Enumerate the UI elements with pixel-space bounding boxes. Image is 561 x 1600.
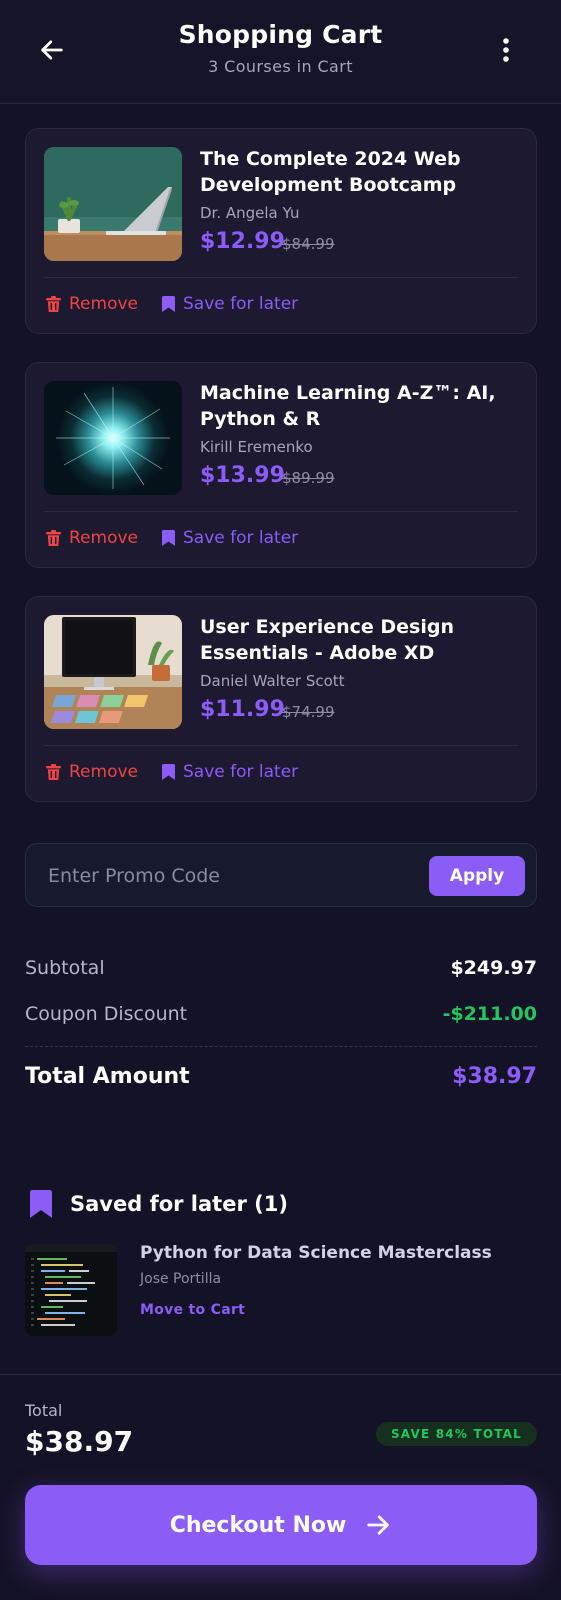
bookmark-icon	[30, 1190, 52, 1218]
course-author: Daniel Walter Scott	[200, 672, 345, 690]
saved-for-later-title: Saved for later (1)	[70, 1192, 288, 1216]
trash-icon	[46, 296, 61, 312]
more-vertical-icon	[503, 38, 509, 62]
promo-code-box: Apply	[25, 843, 537, 907]
footer-total-value: $38.97	[25, 1425, 134, 1458]
cart-item: The Complete 2024 Web Development Bootca…	[25, 128, 537, 334]
discount-row: Coupon Discount -$211.00	[25, 1003, 537, 1033]
remove-button[interactable]: Remove	[46, 526, 138, 550]
remove-label: Remove	[69, 294, 138, 314]
course-original-price: $89.99	[282, 469, 335, 487]
course-thumbnail-machine-learning	[44, 381, 182, 495]
trash-icon	[46, 530, 61, 546]
course-price: $13.99	[200, 463, 285, 488]
save-for-later-button[interactable]: Save for later	[162, 292, 298, 316]
subtotal-value: $249.97	[450, 957, 537, 979]
save-for-later-label: Save for later	[183, 762, 299, 782]
summary-divider	[25, 1046, 537, 1047]
promo-code-input[interactable]	[48, 858, 408, 894]
save-for-later-button[interactable]: Save for later	[162, 760, 298, 784]
subtotal-row: Subtotal $249.97	[25, 957, 537, 987]
card-divider	[44, 745, 518, 746]
bookmark-icon	[162, 530, 175, 546]
saved-course-title[interactable]: Python for Data Science Masterclass	[140, 1243, 492, 1263]
course-price: $12.99	[200, 229, 285, 254]
save-for-later-button[interactable]: Save for later	[162, 526, 298, 550]
remove-label: Remove	[69, 528, 138, 548]
total-row: Total Amount $38.97	[25, 1064, 537, 1094]
save-for-later-label: Save for later	[183, 294, 299, 314]
apply-promo-button[interactable]: Apply	[429, 856, 525, 896]
more-options-button[interactable]	[494, 34, 518, 66]
save-for-later-label: Save for later	[183, 528, 299, 548]
bookmark-icon	[162, 764, 175, 780]
course-thumbnail-python	[25, 1244, 117, 1336]
cart-count-subtitle: 3 Courses in Cart	[208, 57, 353, 76]
remove-label: Remove	[69, 762, 138, 782]
course-original-price: $74.99	[282, 703, 335, 721]
move-to-cart-button[interactable]: Move to Cart	[140, 1302, 245, 1318]
checkout-button[interactable]: Checkout Now	[25, 1485, 537, 1565]
saved-course-author: Jose Portilla	[140, 1271, 222, 1287]
card-divider	[44, 277, 518, 278]
course-author: Kirill Eremenko	[200, 438, 313, 456]
footer-total-label: Total	[25, 1401, 63, 1420]
bookmark-icon	[162, 296, 175, 312]
course-title[interactable]: User Experience Design Essentials - Adob…	[200, 614, 520, 666]
cart-item: Machine Learning A-Z™: AI, Python & R Ki…	[25, 362, 537, 568]
arrow-right-icon	[367, 1515, 390, 1535]
page-title: Shopping Cart	[178, 20, 383, 49]
discount-value: -$211.00	[442, 1003, 537, 1025]
card-divider	[44, 511, 518, 512]
subtotal-label: Subtotal	[25, 957, 105, 979]
course-author: Dr. Angela Yu	[200, 204, 300, 222]
remove-button[interactable]: Remove	[46, 760, 138, 784]
total-value: $38.97	[452, 1064, 537, 1089]
course-title[interactable]: Machine Learning A-Z™: AI, Python & R	[200, 380, 520, 432]
checkout-label: Checkout Now	[169, 1512, 347, 1538]
course-price: $11.99	[200, 697, 285, 722]
checkout-footer: Total $38.97 SAVE 84% TOTAL Checkout Now	[0, 1374, 561, 1600]
course-original-price: $84.99	[282, 235, 335, 253]
app-header: Shopping Cart 3 Courses in Cart	[0, 0, 561, 104]
cart-item: User Experience Design Essentials - Adob…	[25, 596, 537, 802]
discount-label: Coupon Discount	[25, 1003, 188, 1025]
remove-button[interactable]: Remove	[46, 292, 138, 316]
savings-badge: SAVE 84% TOTAL	[376, 1422, 537, 1446]
trash-icon	[46, 764, 61, 780]
total-label: Total Amount	[25, 1064, 190, 1089]
course-title[interactable]: The Complete 2024 Web Development Bootca…	[200, 146, 520, 198]
course-thumbnail-web-dev	[44, 147, 182, 261]
saved-for-later-heading: Saved for later (1)	[30, 1188, 288, 1220]
course-thumbnail-ux-design	[44, 615, 182, 729]
